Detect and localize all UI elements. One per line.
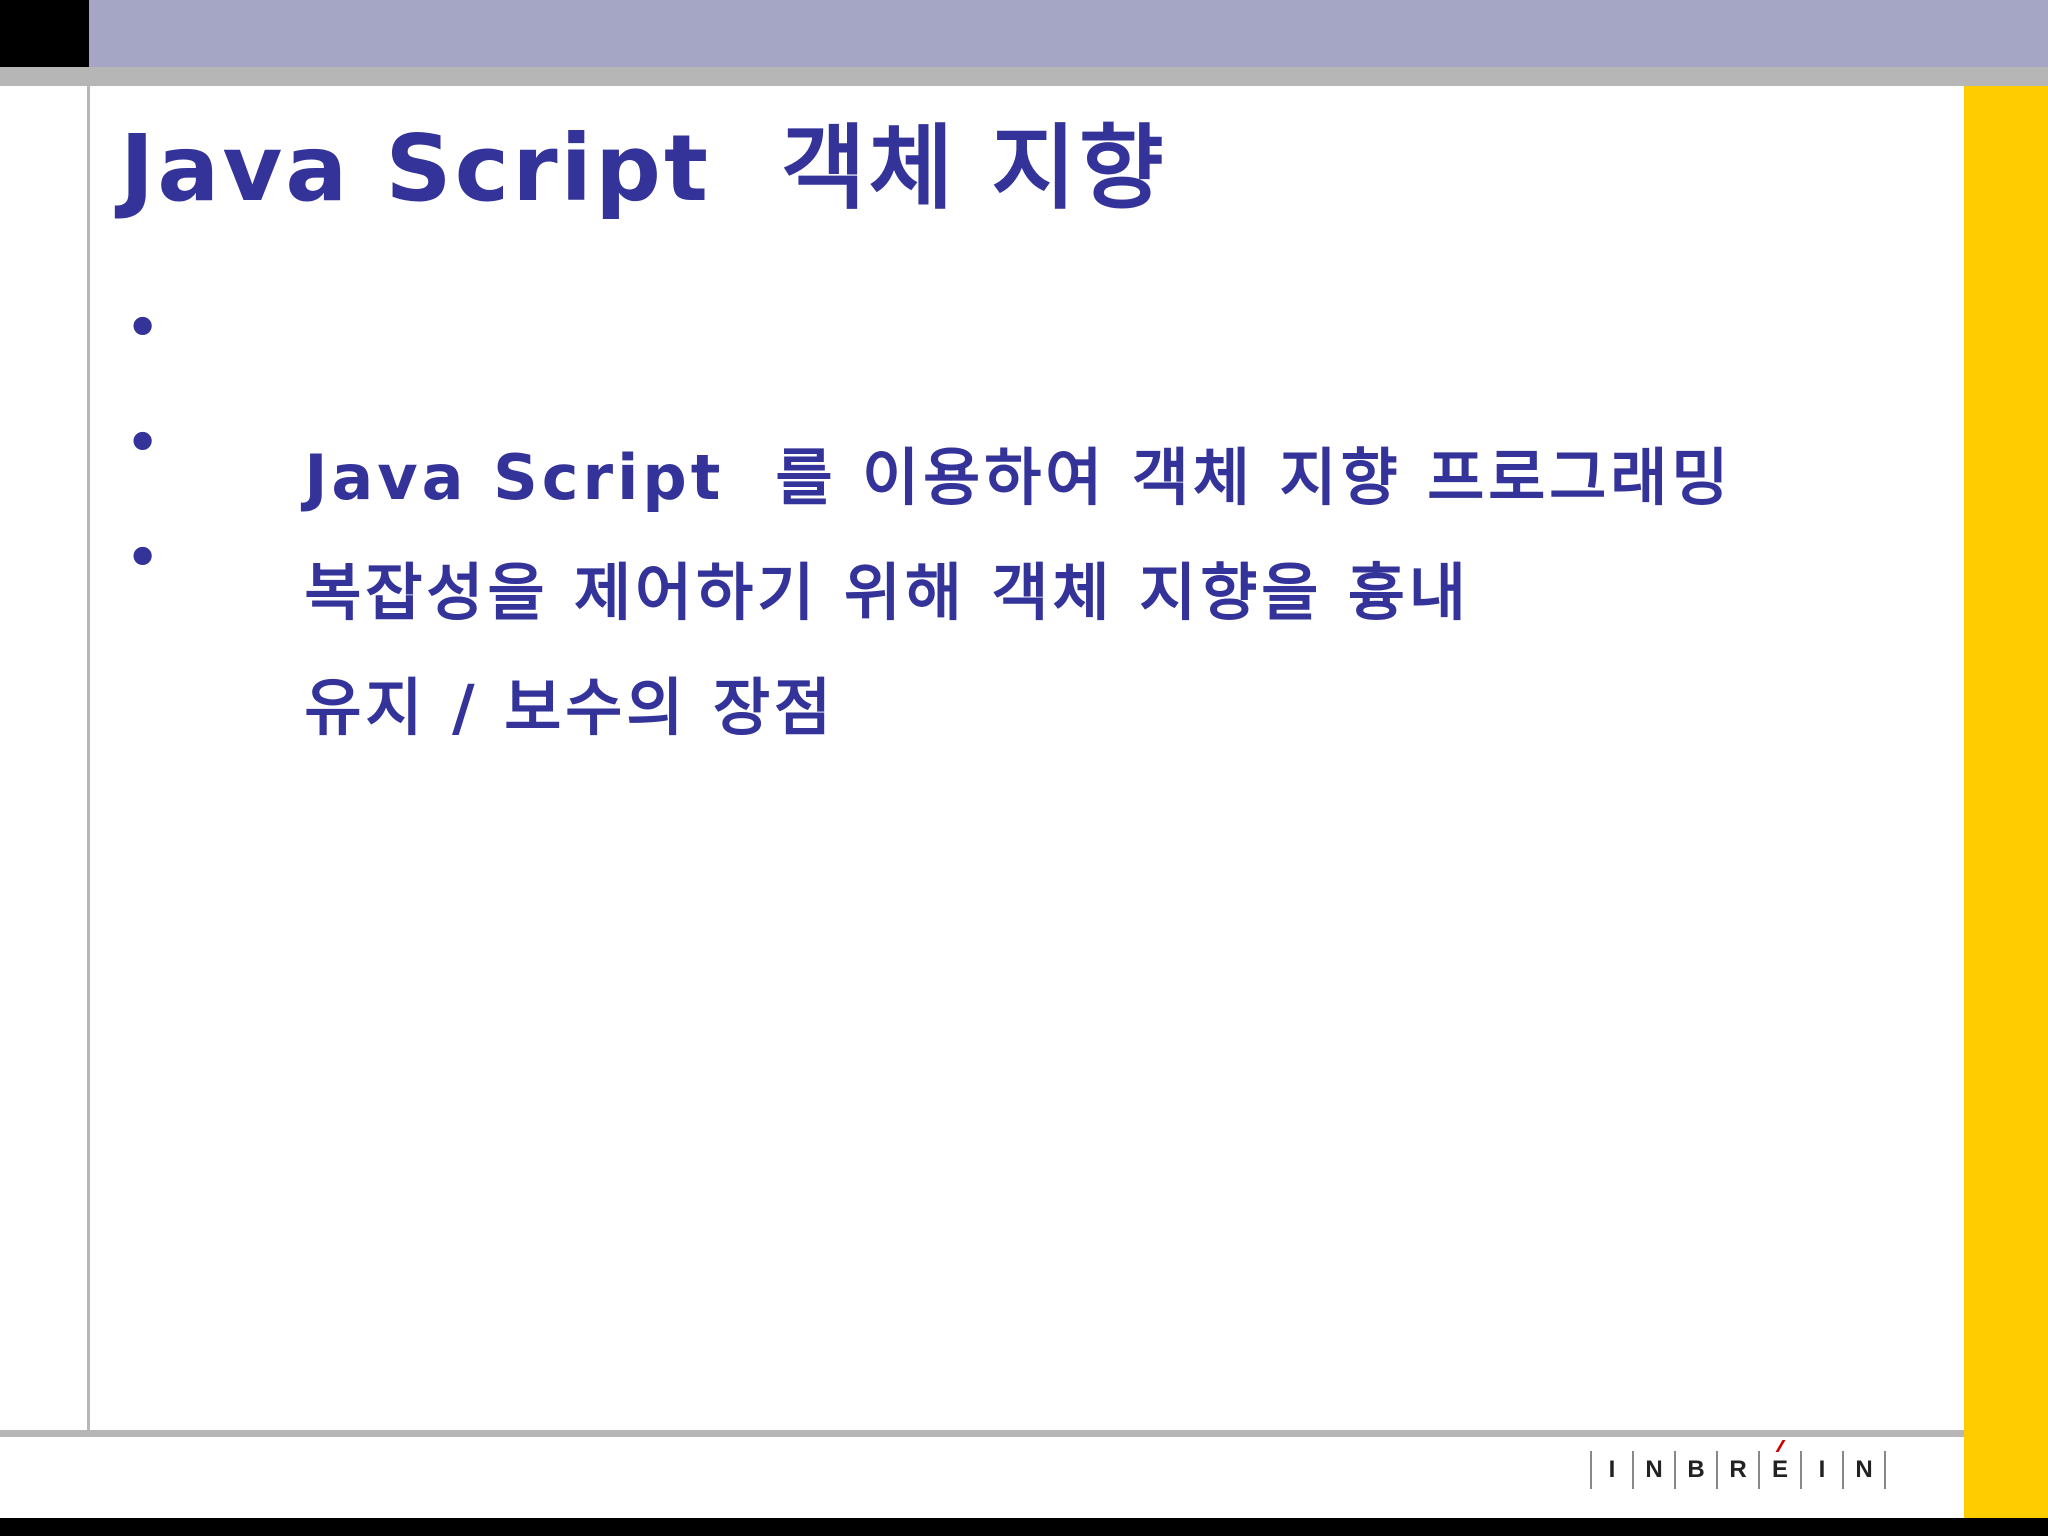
- logo-letter: N: [1855, 1456, 1873, 1483]
- footer-gray-line: [0, 1430, 1964, 1437]
- left-frame-line: [87, 86, 90, 1430]
- bullet-item: • Java Script 를 이용하여 객체 지향 프로그래밍: [120, 292, 1732, 514]
- bullet-item: • 유지 / 보수의 장점: [120, 522, 1732, 744]
- logo-letter: B: [1687, 1456, 1705, 1483]
- header-gray-strip: [0, 67, 2048, 86]
- footer-black-strip: [0, 1518, 2048, 1536]
- bullet-list: • Java Script 를 이용하여 객체 지향 프로그래밍 • 복잡성을 …: [120, 292, 1732, 744]
- logo-letter: R: [1729, 1456, 1747, 1483]
- logo-letter-accented: E: [1760, 1440, 1800, 1484]
- header-black-block: [0, 0, 89, 67]
- right-yellow-bar: [1964, 86, 2048, 1518]
- bullet-marker: •: [126, 528, 164, 588]
- header-band: [89, 0, 2048, 67]
- logo-letter: I: [1608, 1456, 1616, 1483]
- bullet-item: • 복잡성을 제어하기 위해 객체 지향을 흉내: [120, 407, 1732, 629]
- inbrein-logo: I N B R E I N: [1590, 1440, 1886, 1490]
- slide-title: Java Script 객체 지향: [120, 115, 1167, 222]
- bullet-text: 유지 / 보수의 장점: [304, 670, 836, 744]
- logo-letter: I: [1818, 1456, 1826, 1483]
- bullet-marker: •: [126, 298, 164, 358]
- logo-separator: [1884, 1451, 1886, 1489]
- logo-letter: E: [1771, 1456, 1788, 1483]
- logo-accent-mark: [1775, 1440, 1786, 1452]
- bullet-marker: •: [126, 413, 164, 473]
- logo-letter: N: [1645, 1456, 1663, 1483]
